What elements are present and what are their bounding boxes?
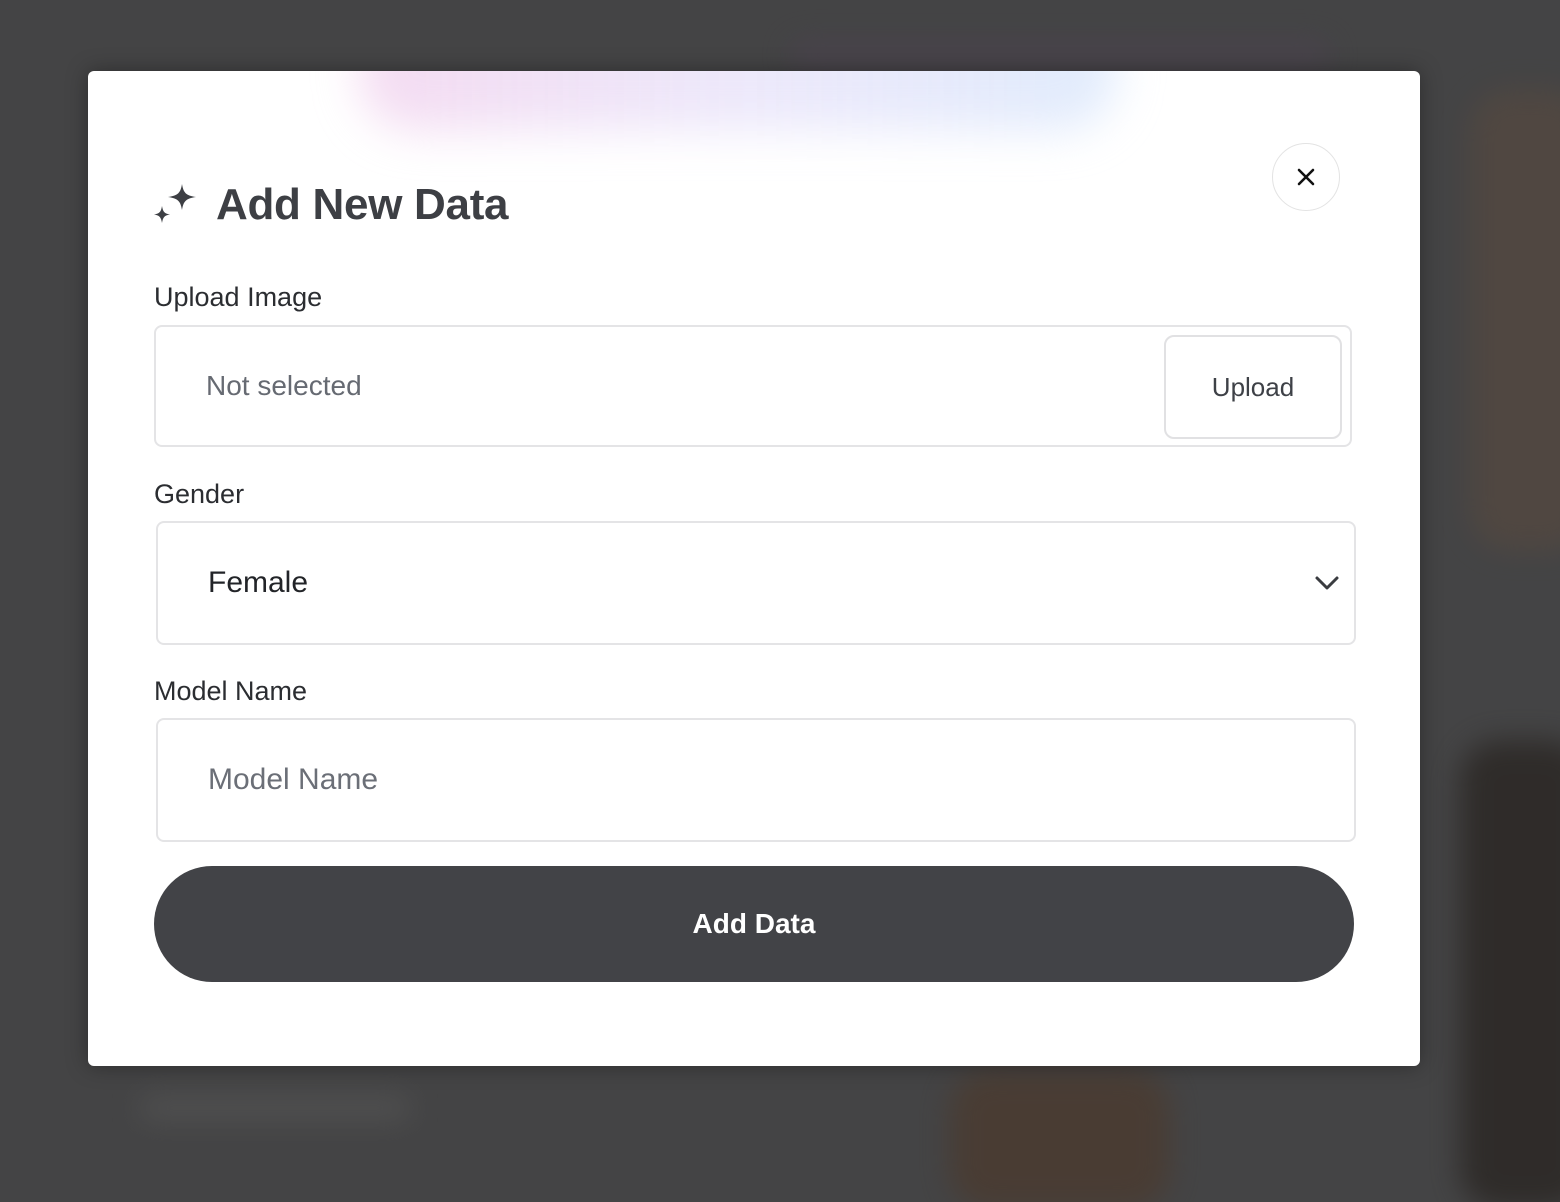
upload-image-label: Upload Image <box>154 282 323 312</box>
upload-image-field: Not selected Upload <box>154 325 1352 447</box>
upload-status-text: Not selected <box>206 370 362 401</box>
gender-select[interactable]: Female <box>156 521 1356 645</box>
modal-title: Add New Data <box>216 180 509 229</box>
decorative-glow <box>358 71 1118 131</box>
model-name-input[interactable] <box>158 720 1354 840</box>
modal-header: Add New Data <box>152 175 509 235</box>
background-blur <box>1470 90 1560 550</box>
add-data-button[interactable]: Add Data <box>154 866 1354 982</box>
background-blur <box>140 1095 410 1121</box>
upload-button[interactable]: Upload <box>1164 335 1342 439</box>
model-name-label: Model Name <box>154 676 308 706</box>
chevron-down-icon <box>1315 576 1339 590</box>
background-blur <box>790 40 1330 70</box>
gender-selected-value: Female <box>208 566 309 599</box>
add-data-modal: Add New Data Upload Image Not selected U… <box>88 71 1420 1066</box>
sparkles-icon <box>154 184 196 223</box>
background-blur <box>1460 740 1560 1202</box>
close-icon <box>1297 168 1315 186</box>
background-blur <box>950 1070 1170 1202</box>
close-button[interactable] <box>1272 143 1340 211</box>
model-name-field <box>156 718 1356 842</box>
gender-label: Gender <box>154 479 245 509</box>
